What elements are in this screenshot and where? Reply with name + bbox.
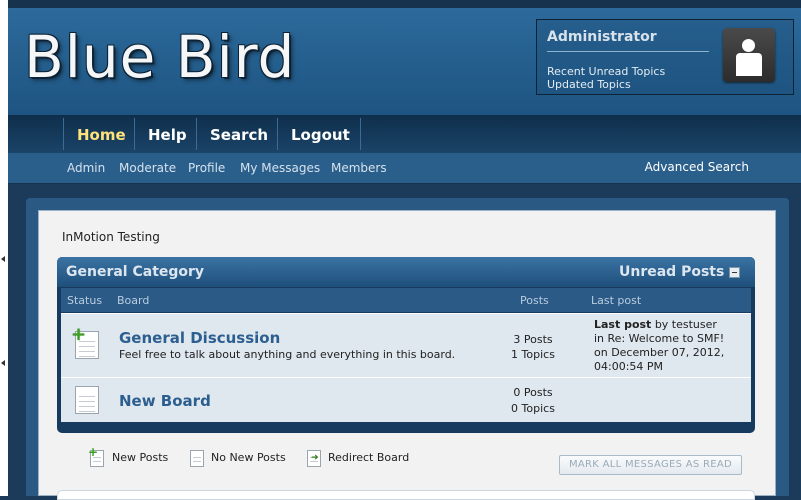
board-description: Feel free to talk about anything and eve… [119, 348, 456, 361]
col-posts: Posts [520, 294, 549, 307]
recent-unread-topics-link[interactable]: Recent Unread Topics [547, 65, 665, 78]
col-board: Board [117, 294, 150, 307]
user-divider [547, 51, 709, 52]
nav-divider [63, 118, 64, 150]
advanced-search-link[interactable]: Advanced Search [645, 160, 749, 174]
nav-help[interactable]: Help [148, 126, 187, 144]
last-post-label: Last post [594, 318, 652, 331]
nav-divider [134, 118, 135, 150]
board-new-posts-icon: + [71, 326, 99, 359]
col-status: Status [67, 294, 103, 307]
edge-marker-icon [1, 360, 5, 366]
board-row: + General Discussion Feel free to talk a… [61, 313, 751, 377]
user-box: Administrator Recent Unread Topics Updat… [536, 19, 794, 95]
last-post-time: 04:00:54 PM [594, 360, 664, 373]
last-post-date: on December 07, 2012, [594, 346, 725, 359]
sub-nav: Admin Moderate Profile My Messages Membe… [8, 153, 801, 184]
col-last-post: Last post [591, 294, 642, 307]
nav-divider [196, 118, 197, 150]
board-name[interactable]: General Discussion [119, 329, 280, 347]
board-posts: 3 Posts [513, 333, 553, 346]
subnav-admin[interactable]: Admin [67, 161, 105, 175]
subnav-profile[interactable]: Profile [188, 161, 225, 175]
board-row: New Board 0 Posts 0 Topics [61, 377, 751, 422]
main-nav: Home Help Search Logout [8, 115, 801, 153]
last-post-author[interactable]: by testuser [655, 318, 717, 331]
category-panel: General Category Unread Posts Status Boa… [57, 257, 755, 433]
category-header: General Category Unread Posts [57, 257, 755, 287]
updated-topics-link[interactable]: Updated Topics [547, 78, 631, 91]
board-no-new-posts-icon [75, 386, 99, 414]
legend-new-posts: New Posts [112, 451, 169, 464]
column-headers: Status Board Posts Last post [61, 288, 751, 312]
subnav-my-messages[interactable]: My Messages [240, 161, 320, 175]
edge-marker-icon [1, 256, 5, 262]
window-edge [0, 0, 8, 496]
collapse-icon[interactable] [729, 267, 740, 278]
nav-logout[interactable]: Logout [291, 126, 350, 144]
site-header: Blue Bird Administrator Recent Unread To… [8, 0, 801, 115]
nav-search[interactable]: Search [210, 126, 268, 144]
no-new-posts-legend-icon [190, 450, 204, 467]
legend-redirect-board: Redirect Board [328, 451, 410, 464]
forum-title[interactable]: InMotion Testing [62, 230, 160, 244]
nav-divider [277, 118, 278, 150]
subnav-moderate[interactable]: Moderate [119, 161, 176, 175]
next-category-panel [57, 490, 755, 500]
board-topics: 0 Topics [511, 402, 555, 415]
site-logo[interactable]: Blue Bird [24, 28, 295, 86]
last-post-topic[interactable]: in Re: Welcome to SMF! [594, 332, 724, 346]
nav-divider [360, 118, 361, 150]
category-name[interactable]: General Category [66, 264, 204, 280]
unread-posts-link[interactable]: Unread Posts [619, 264, 724, 280]
redirect-board-legend-icon: ➜ [307, 450, 321, 467]
nav-home[interactable]: Home [77, 126, 126, 144]
new-posts-legend-icon: + [88, 446, 104, 467]
last-post-info: Last post by testuser in Re: Welcome to … [594, 318, 724, 374]
user-name: Administrator [547, 29, 657, 45]
mark-all-read-button[interactable]: MARK ALL MESSAGES AS READ [559, 455, 742, 475]
board-posts: 0 Posts [513, 386, 553, 399]
board-name[interactable]: New Board [119, 392, 211, 410]
board-topics: 1 Topics [511, 348, 555, 361]
legend-no-new-posts: No New Posts [211, 451, 286, 464]
board-index: InMotion Testing General Category Unread… [38, 210, 776, 500]
avatar-icon[interactable] [723, 28, 775, 82]
subnav-members[interactable]: Members [331, 161, 387, 175]
